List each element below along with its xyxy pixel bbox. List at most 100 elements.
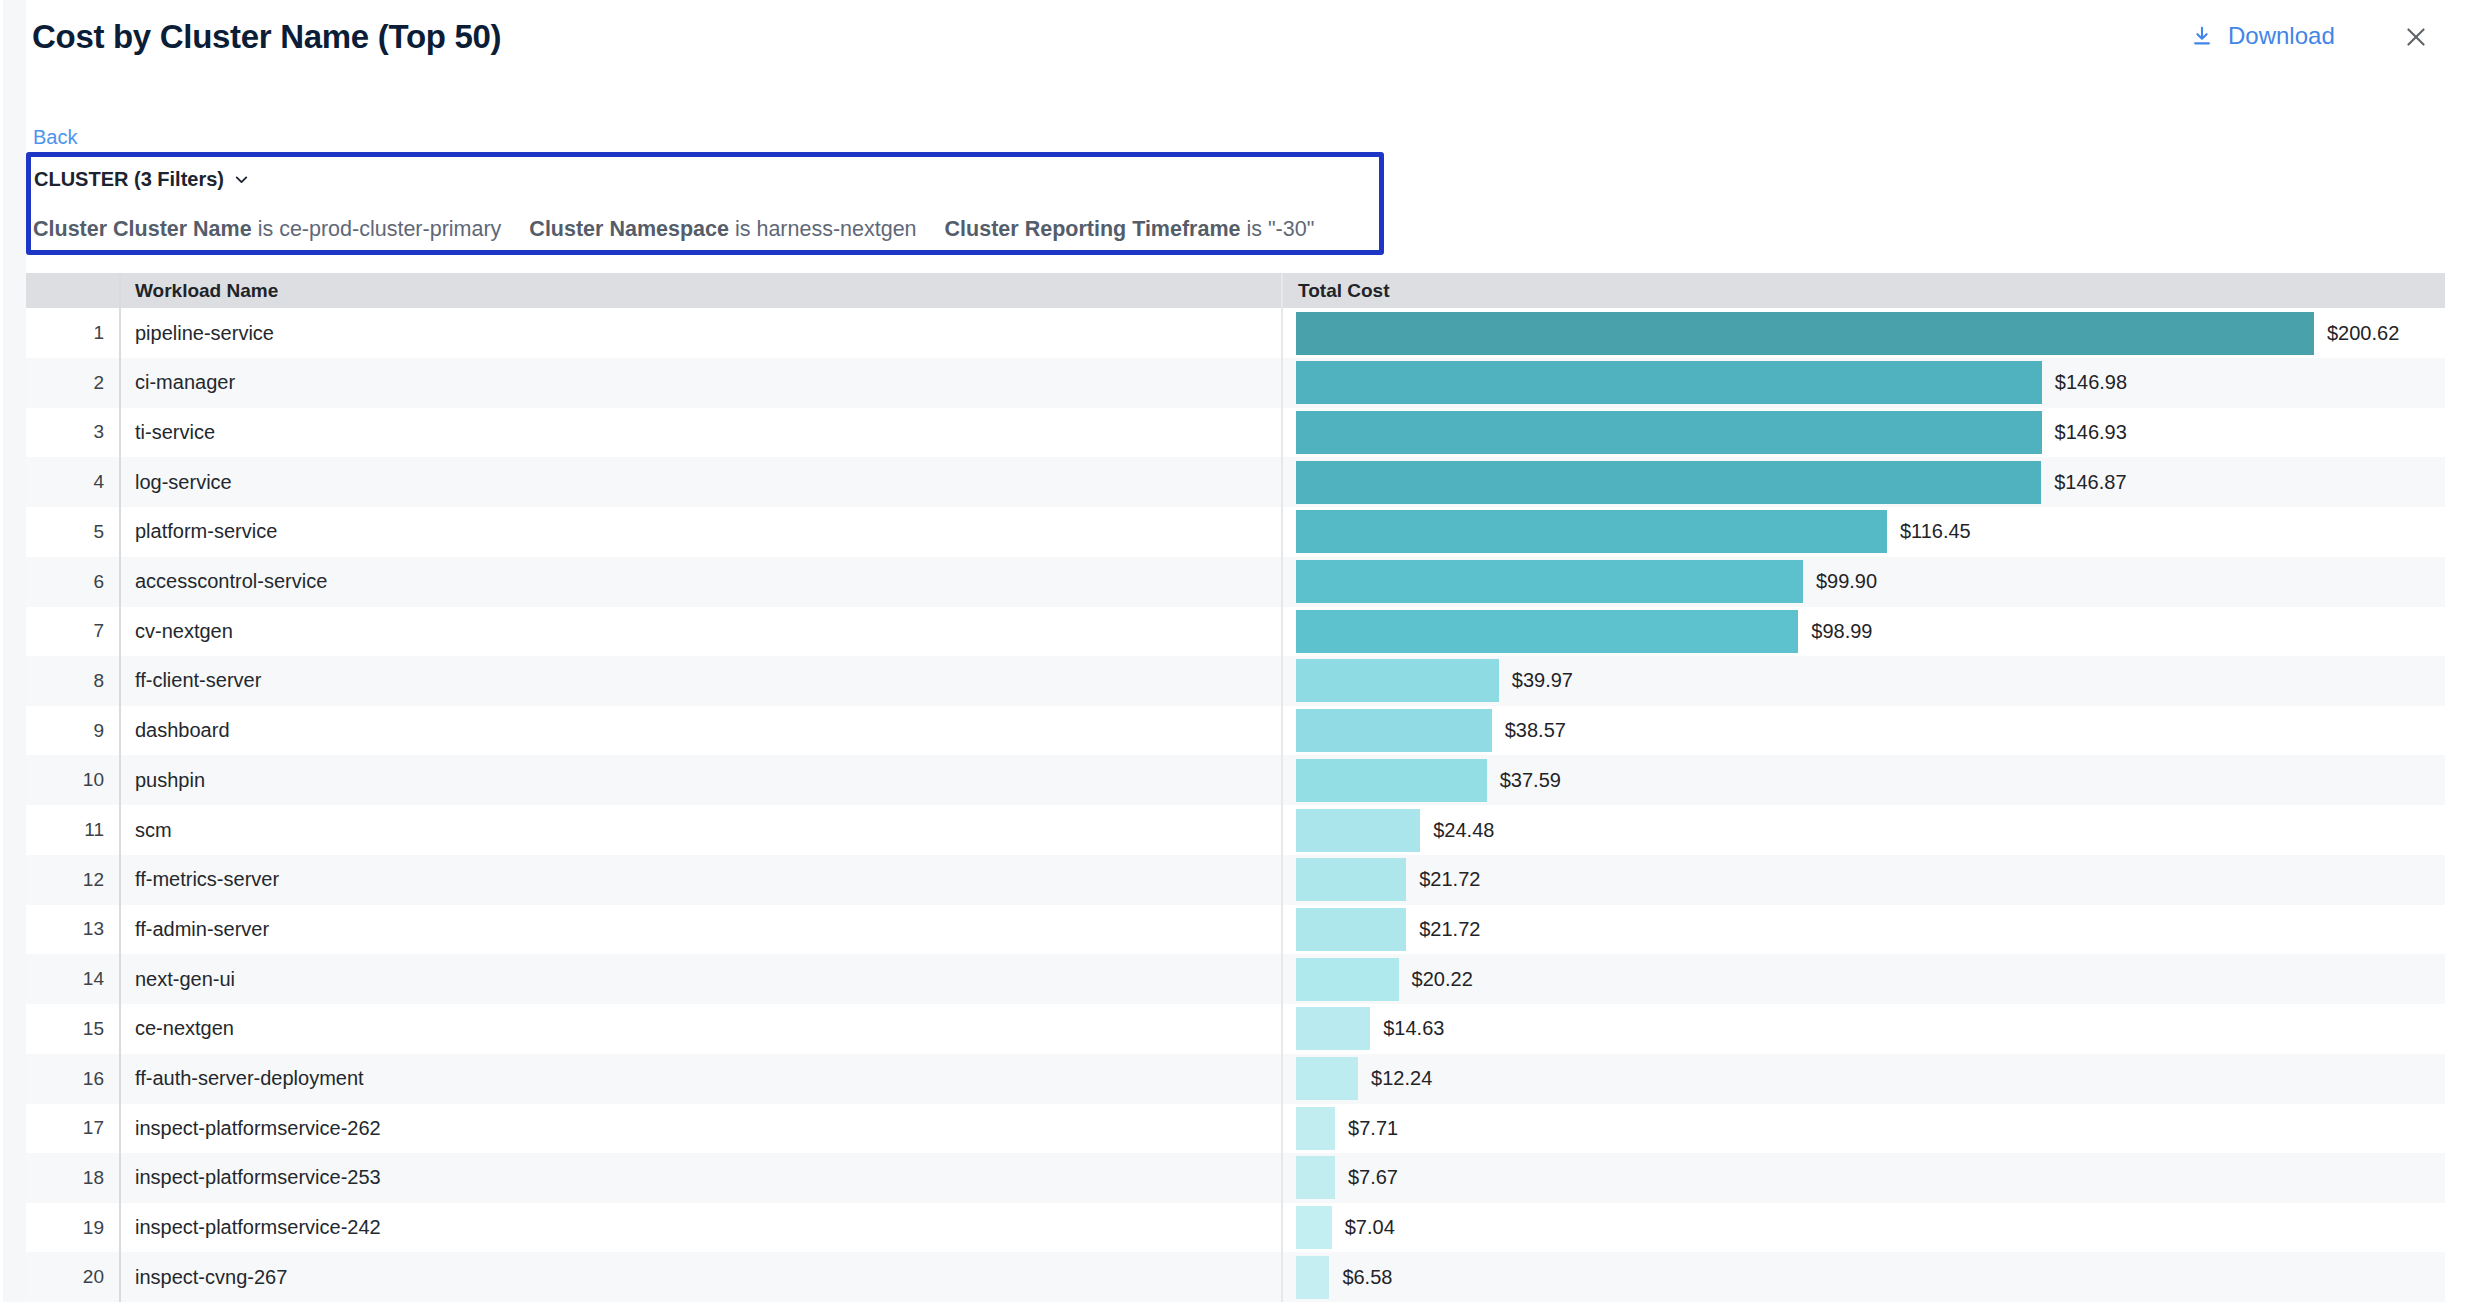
back-link[interactable]: Back: [33, 126, 77, 149]
cost-bar: [1296, 361, 2042, 404]
cluster-filter-toggle[interactable]: CLUSTER (3 Filters): [34, 168, 250, 191]
row-rank: 19: [26, 1203, 104, 1253]
cost-cell: $21.72: [1296, 855, 1480, 905]
filter-namespace: Cluster Namespace is harness-nextgen: [529, 217, 916, 242]
table-row: 15ce-nextgen$14.63: [26, 1004, 2445, 1054]
row-rank: 1: [26, 308, 104, 358]
row-rank: 12: [26, 855, 104, 905]
cost-value: $21.72: [1419, 918, 1480, 941]
row-rank: 6: [26, 557, 104, 607]
cost-value: $14.63: [1383, 1017, 1444, 1040]
cost-value: $7.71: [1348, 1117, 1398, 1140]
table-row: 8 ff-client-server $39.97: [26, 656, 2445, 706]
row-rank: 8: [26, 656, 104, 706]
table-row: 12ff-metrics-server$21.72: [26, 855, 2445, 905]
cost-bar: [1296, 1007, 1370, 1050]
row-rank: 20: [26, 1252, 104, 1302]
cost-cell: $146.98: [1296, 358, 2127, 408]
row-rank: 13: [26, 904, 104, 954]
cost-cell: $21.72: [1296, 904, 1480, 954]
cost-value: $116.45: [1900, 520, 1971, 543]
cost-bar: [1296, 709, 1492, 752]
cost-bar: [1296, 759, 1487, 802]
table-row: 9dashboard$38.57: [26, 706, 2445, 756]
cost-value: $39.97: [1512, 669, 1573, 692]
table-row: 13ff-admin-server$21.72: [26, 904, 2445, 954]
cost-cell: $7.67: [1296, 1153, 1398, 1203]
workload-name: inspect-platformservice-262: [135, 1103, 381, 1153]
row-rank: 7: [26, 606, 104, 656]
filter-cluster-name: Cluster Cluster Name is ce-prod-cluster-…: [33, 217, 501, 242]
cost-bar: [1296, 958, 1399, 1001]
cost-cell: $146.93: [1296, 407, 2127, 457]
cost-value: $98.99: [1811, 620, 1872, 643]
row-rank: 18: [26, 1153, 104, 1203]
page-left-margin: [3, 0, 26, 1302]
table-row: 10 pushpin $37.59: [26, 755, 2445, 805]
workload-name: next-gen-ui: [135, 954, 235, 1004]
cost-cell: $12.24: [1296, 1054, 1432, 1104]
cost-bar: [1296, 510, 1887, 553]
table-row: 1pipeline-service$200.62: [26, 308, 2445, 358]
cost-by-cluster-panel: Cost by Cluster Name (Top 50) Download B…: [0, 0, 2470, 1302]
cost-cell: $99.90: [1296, 557, 1877, 607]
row-rank: 5: [26, 507, 104, 557]
cost-value: $24.48: [1433, 819, 1494, 842]
workload-name: ff-client-server: [135, 656, 261, 706]
table-row: 6 accesscontrol-service $99.90: [26, 557, 2445, 607]
cost-value: $12.24: [1371, 1067, 1432, 1090]
cost-column-separator: [1281, 273, 1283, 1302]
chevron-down-icon: [233, 171, 250, 188]
cluster-filter-title: CLUSTER (3 Filters): [34, 168, 224, 191]
row-rank: 3: [26, 407, 104, 457]
workload-name: log-service: [135, 457, 232, 507]
cost-bar: [1296, 610, 1798, 653]
cost-value: $99.90: [1816, 570, 1877, 593]
workload-name: inspect-cvng-267: [135, 1252, 287, 1302]
table-row: 4 log-service $146.87: [26, 457, 2445, 507]
cost-bar: [1296, 1256, 1329, 1299]
cost-cell: $14.63: [1296, 1004, 1444, 1054]
cost-value: $37.59: [1500, 769, 1561, 792]
cost-bar: [1296, 858, 1406, 901]
row-rank: 9: [26, 706, 104, 756]
table-row: 3ti-service$146.93: [26, 407, 2445, 457]
cost-value: $200.62: [2327, 322, 2399, 345]
cost-value: $7.04: [1345, 1216, 1395, 1239]
workload-name: ci-manager: [135, 358, 235, 408]
cost-bar: [1296, 312, 2314, 355]
row-rank: 10: [26, 755, 104, 805]
table-row: 19 inspect-platformservice-242 $7.04: [26, 1203, 2445, 1253]
download-button[interactable]: Download: [2191, 22, 2335, 50]
cost-cell: $116.45: [1296, 507, 1971, 557]
workload-name: inspect-platformservice-242: [135, 1203, 381, 1253]
cost-cell: $146.87: [1296, 457, 2127, 507]
table-row: 17 inspect-platformservice-262 $7.71: [26, 1103, 2445, 1153]
row-rank: 2: [26, 358, 104, 408]
cost-bar: [1296, 809, 1420, 852]
cost-bar: [1296, 908, 1406, 951]
cost-bar: [1296, 1206, 1332, 1249]
row-rank: 4: [26, 457, 104, 507]
download-label: Download: [2228, 22, 2335, 50]
table-row: 14next-gen-ui$20.22: [26, 954, 2445, 1004]
cost-bar: [1296, 461, 2041, 504]
table-header: Workload Name Total Cost: [26, 273, 2445, 308]
cost-value: $146.93: [2055, 421, 2127, 444]
workload-name: accesscontrol-service: [135, 557, 327, 607]
cost-bar: [1296, 411, 2042, 454]
workload-name: platform-service: [135, 507, 277, 557]
row-rank: 17: [26, 1103, 104, 1153]
workload-name: pushpin: [135, 755, 205, 805]
workload-name: ff-auth-server-deployment: [135, 1054, 364, 1104]
cost-cell: $98.99: [1296, 606, 1872, 656]
cost-value: $7.67: [1348, 1166, 1398, 1189]
row-rank: 14: [26, 954, 104, 1004]
table-row: 7cv-nextgen$98.99: [26, 606, 2445, 656]
close-button[interactable]: [2402, 23, 2429, 50]
cost-bar: [1296, 560, 1803, 603]
row-rank: 11: [26, 805, 104, 855]
table-row: 20 inspect-cvng-267 $6.58: [26, 1252, 2445, 1302]
cost-cell: $6.58: [1296, 1252, 1392, 1302]
cost-cell: $37.59: [1296, 755, 1561, 805]
